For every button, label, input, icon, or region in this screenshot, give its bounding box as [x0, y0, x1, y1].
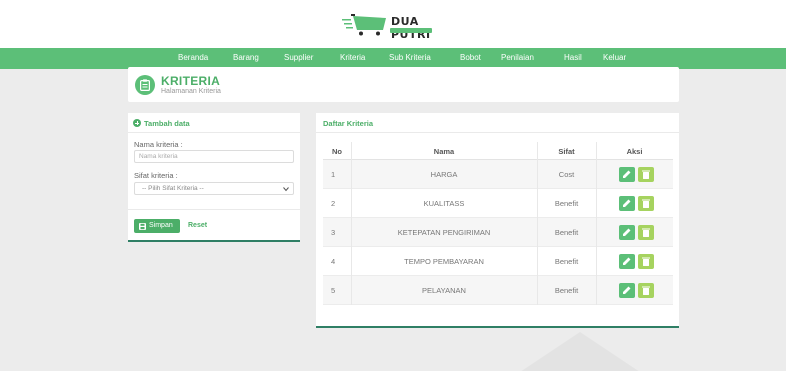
- nav-sub-kriteria[interactable]: Sub Kriteria: [389, 53, 431, 62]
- trash-icon: [642, 257, 650, 266]
- sifat-label: Sifat kriteria :: [134, 171, 178, 180]
- page-subtitle: Halamanan Kriteria: [161, 88, 221, 95]
- row-no: 2: [331, 199, 336, 208]
- criteria-name-input[interactable]: [134, 150, 294, 163]
- pencil-icon: [623, 170, 631, 178]
- table-row: 2 KUALITASS Benefit: [323, 189, 673, 218]
- table-row: 1 HARGA Cost: [323, 160, 673, 189]
- table-header-row: No Nama Sifat Aksi: [323, 142, 673, 160]
- delete-button[interactable]: [638, 283, 654, 298]
- row-sifat: Benefit: [554, 286, 579, 295]
- main-navbar: Beranda Barang Supplier Kriteria Sub Kri…: [0, 48, 786, 69]
- column-header-sifat: Sifat: [558, 147, 575, 156]
- edit-button[interactable]: [619, 225, 635, 240]
- background-decoration: [520, 332, 640, 371]
- page-title: KRITERIA: [161, 74, 221, 88]
- row-nama: TEMPO PEMBAYARAN: [404, 257, 484, 266]
- nav-bobot[interactable]: Bobot: [460, 53, 481, 62]
- save-button-label: Simpan: [149, 222, 173, 229]
- row-no: 3: [331, 228, 336, 237]
- nav-beranda[interactable]: Beranda: [178, 53, 208, 62]
- table-row: 5 PELAYANAN Benefit: [323, 276, 673, 305]
- column-divider: [351, 142, 352, 305]
- list-header: Daftar Kriteria: [316, 113, 679, 133]
- brand-logo[interactable]: DUA PUTRI: [342, 12, 452, 41]
- shopping-cart-icon: [342, 14, 386, 36]
- plus-circle-icon: [133, 119, 141, 127]
- delete-button[interactable]: [638, 254, 654, 269]
- row-no: 1: [331, 170, 336, 179]
- column-divider: [596, 142, 597, 305]
- form-title: Tambah data: [144, 119, 190, 128]
- row-sifat: Benefit: [554, 257, 579, 266]
- page-header: KRITERIA Halamanan Kriteria: [128, 67, 679, 102]
- form-header: Tambah data: [128, 113, 300, 133]
- nav-kriteria[interactable]: Kriteria: [340, 53, 365, 62]
- pencil-icon: [623, 228, 631, 236]
- trash-icon: [642, 199, 650, 208]
- delete-button[interactable]: [638, 196, 654, 211]
- top-bar: DUA PUTRI: [0, 0, 786, 48]
- row-sifat: Benefit: [554, 228, 579, 237]
- row-sifat: Cost: [558, 170, 575, 179]
- trash-icon: [642, 228, 650, 237]
- column-header-no: No: [332, 147, 342, 156]
- column-header-nama: Nama: [433, 147, 455, 156]
- name-label: Nama kriteria :: [134, 140, 183, 149]
- nav-hasil[interactable]: Hasil: [564, 53, 582, 62]
- brand-tagline-bar: [390, 28, 432, 33]
- row-nama: KETEPATAN PENGIRIMAN: [397, 228, 491, 237]
- floppy-disk-icon: [139, 223, 146, 230]
- pencil-icon: [623, 286, 631, 294]
- row-nama: HARGA: [430, 170, 458, 179]
- add-criteria-form: Tambah data Nama kriteria : Sifat kriter…: [128, 113, 300, 242]
- delete-button[interactable]: [638, 167, 654, 182]
- edit-button[interactable]: [619, 283, 635, 298]
- sifat-select[interactable]: -- Pilih Sifat Kriteria --: [134, 182, 294, 195]
- criteria-list-card: Daftar Kriteria No Nama Sifat Aksi 1 HAR…: [316, 113, 679, 328]
- trash-icon: [642, 286, 650, 295]
- table-row: 4 TEMPO PEMBAYARAN Benefit: [323, 247, 673, 276]
- edit-button[interactable]: [619, 254, 635, 269]
- pencil-icon: [623, 199, 631, 207]
- save-button[interactable]: Simpan: [134, 219, 180, 233]
- row-nama: KUALITASS: [423, 199, 465, 208]
- form-divider: [128, 209, 300, 210]
- pencil-icon: [623, 257, 631, 265]
- column-divider: [537, 142, 538, 305]
- nav-keluar[interactable]: Keluar: [603, 53, 626, 62]
- chevron-down-icon: [283, 187, 289, 192]
- table-row: 3 KETEPATAN PENGIRIMAN Benefit: [323, 218, 673, 247]
- row-no: 5: [331, 286, 336, 295]
- clipboard-icon: [135, 75, 155, 95]
- nav-barang[interactable]: Barang: [233, 53, 259, 62]
- row-nama: PELAYANAN: [422, 286, 466, 295]
- row-no: 4: [331, 257, 336, 266]
- nav-penilaian[interactable]: Penilaian: [501, 53, 534, 62]
- edit-button[interactable]: [619, 196, 635, 211]
- list-title: Daftar Kriteria: [323, 119, 374, 128]
- nav-supplier[interactable]: Supplier: [284, 53, 313, 62]
- sifat-selected-value: -- Pilih Sifat Kriteria --: [142, 185, 204, 192]
- column-header-aksi: Aksi: [626, 147, 643, 156]
- trash-icon: [642, 170, 650, 179]
- delete-button[interactable]: [638, 225, 654, 240]
- row-sifat: Benefit: [554, 199, 579, 208]
- edit-button[interactable]: [619, 167, 635, 182]
- reset-button[interactable]: Reset: [188, 222, 207, 229]
